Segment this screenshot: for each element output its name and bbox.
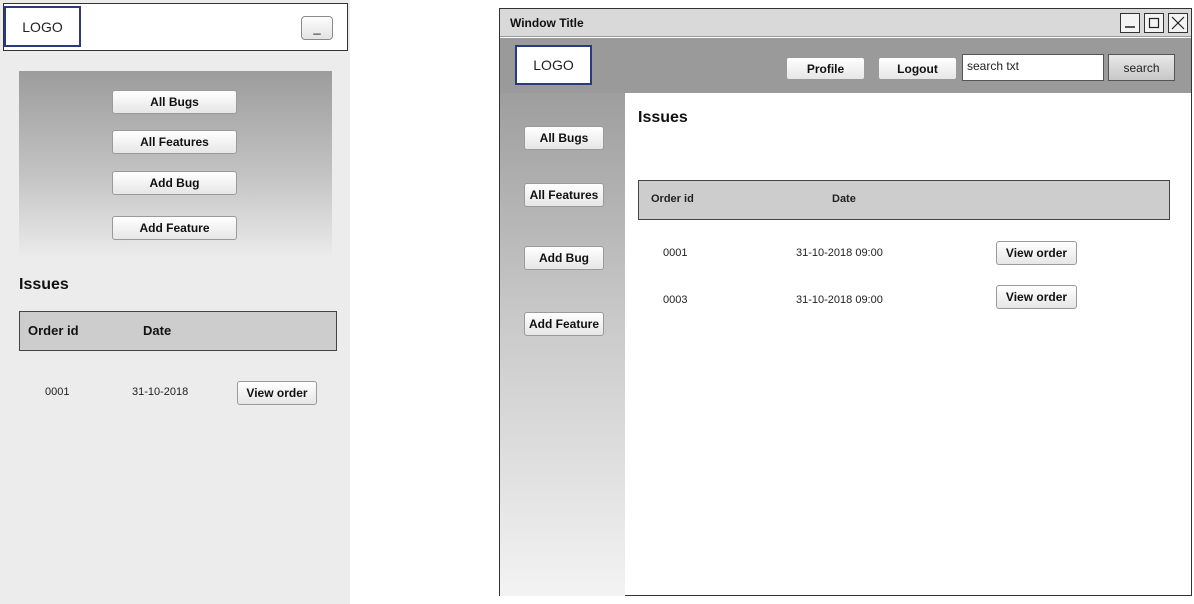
sidebar-all-bugs-button[interactable]: All Bugs [524,126,604,150]
desktop-row-date: 31-10-2018 09:00 [796,294,883,306]
desktop-view-order-button[interactable]: View order [996,285,1077,309]
mobile-logo: LOGO [4,6,81,47]
desktop-table-header [638,180,1170,220]
mobile-menu-button[interactable]: _ [301,16,333,40]
desktop-row-order-id: 0003 [663,294,688,306]
desktop-logo: LOGO [515,45,592,85]
sidebar-add-bug-button[interactable]: Add Bug [524,246,604,270]
mobile-add-bug-button[interactable]: Add Bug [112,171,237,195]
sidebar-add-feature-button[interactable]: Add Feature [524,312,604,336]
desktop-issues-title: Issues [638,109,688,126]
desktop-sidebar [500,93,625,596]
sidebar-all-features-button[interactable]: All Features [524,183,604,207]
profile-button[interactable]: Profile [786,57,865,80]
search-button[interactable]: search [1108,54,1175,81]
desktop-window: Window Title LOGO Profile Logout search … [499,8,1192,596]
search-input[interactable]: search txt [962,54,1104,81]
mobile-row-order-id: 0001 [45,386,70,398]
mobile-add-feature-button[interactable]: Add Feature [112,216,237,240]
maximize-icon[interactable] [1144,13,1164,33]
desktop-row-order-id: 0001 [663,247,688,259]
desktop-col-date: Date [832,193,856,205]
mobile-all-bugs-button[interactable]: All Bugs [112,90,237,114]
mobile-col-date: Date [143,323,172,338]
mobile-issues-title: Issues [19,276,69,293]
minimize-icon[interactable] [1120,13,1140,33]
window-titlebar [500,9,1191,37]
mobile-mockup: LOGO _ All Bugs All Features Add Bug Add… [0,0,350,604]
mobile-col-order-id: Order id [28,323,79,338]
mobile-view-order-button[interactable]: View order [237,381,317,405]
desktop-col-order-id: Order id [651,193,694,205]
mobile-row-date: 31-10-2018 [132,386,189,398]
window-title: Window Title [510,16,584,30]
desktop-view-order-button[interactable]: View order [996,241,1077,265]
desktop-row-date: 31-10-2018 09:00 [796,247,883,259]
mobile-all-features-button[interactable]: All Features [112,130,237,154]
logout-button[interactable]: Logout [878,57,957,80]
close-icon[interactable] [1168,13,1188,33]
